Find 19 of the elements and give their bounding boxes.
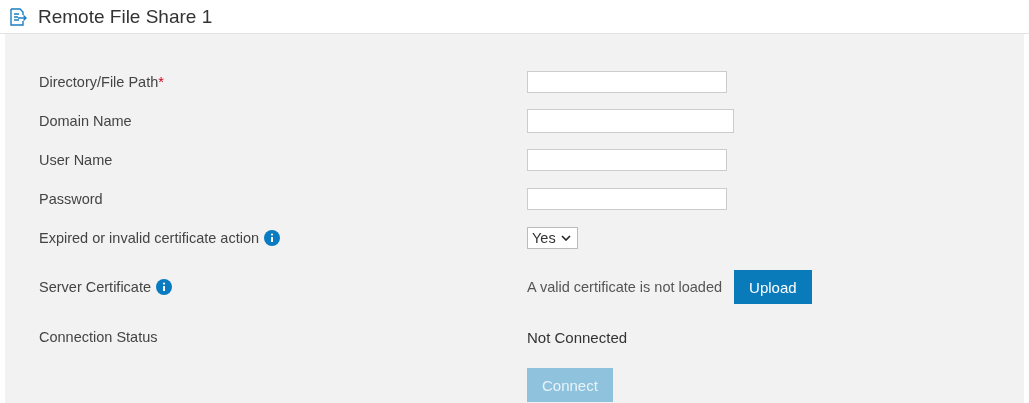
connection-status: Not Connected bbox=[527, 328, 628, 346]
required-mark: * bbox=[158, 73, 164, 90]
text-field[interactable] bbox=[527, 108, 734, 133]
dropdown[interactable]: Yes bbox=[527, 227, 578, 249]
field-label: Directory/File Path bbox=[39, 73, 159, 90]
certificate-status: A valid certificate is not loaded bbox=[527, 279, 723, 295]
field-label: User Name bbox=[39, 151, 113, 168]
field-label: Password bbox=[39, 190, 103, 207]
upload-button[interactable]: Upload bbox=[734, 270, 812, 304]
field-label: Expired or invalid certificate action bbox=[39, 230, 260, 246]
text-field[interactable] bbox=[527, 70, 727, 93]
text-field[interactable] bbox=[527, 187, 727, 210]
text-field[interactable] bbox=[527, 148, 727, 171]
section-title: Remote File Share 1 bbox=[38, 5, 213, 28]
chevron-down-icon bbox=[560, 235, 571, 241]
field-label: Connection Status bbox=[39, 329, 158, 345]
field-label: Domain Name bbox=[39, 112, 132, 129]
document-export-icon bbox=[8, 6, 28, 27]
field-label: Server Certificate bbox=[39, 279, 151, 295]
